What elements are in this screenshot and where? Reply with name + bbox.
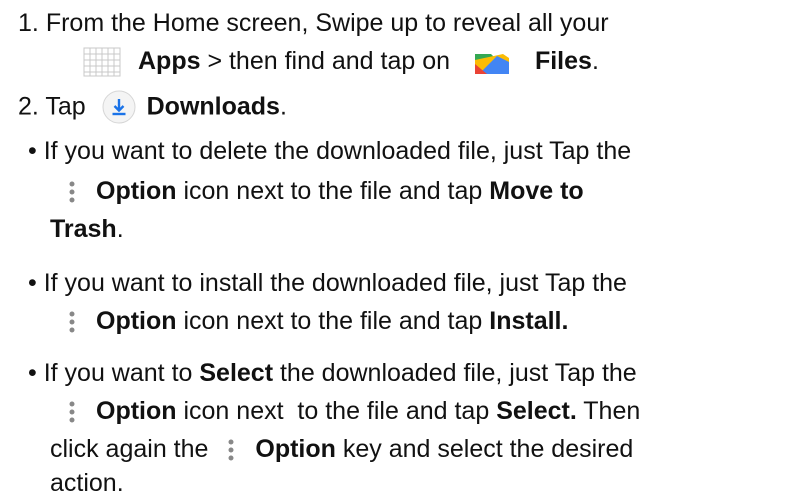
bullet-1-line-2: Option icon next to the file and tap Mov… — [62, 176, 584, 206]
bullet-text: the downloaded file, just Tap the — [273, 359, 637, 387]
more-vertical-icon — [62, 179, 82, 205]
download-icon — [101, 89, 137, 125]
bullet-2-line-2: Option icon next to the file and tap Ins… — [62, 306, 568, 336]
bullet-1-line-3: Trash. — [50, 214, 124, 244]
more-vertical-icon — [62, 399, 82, 425]
step-1-line-2: Apps > then find and tap on Files. — [82, 46, 599, 78]
bullet-text: If you want to — [43, 359, 200, 387]
punctuation: . — [591, 47, 599, 75]
bullet-marker: • — [28, 269, 37, 297]
downloads-label: Downloads — [146, 92, 280, 121]
step-text: Tap — [45, 92, 86, 121]
action-label: Select. — [496, 397, 577, 425]
option-label: Option — [255, 435, 336, 463]
punctuation: . — [279, 92, 287, 121]
action-label: Install. — [489, 307, 569, 335]
bullet-text: action. — [50, 469, 124, 497]
bullet-text: If you want to delete the downloaded fil… — [43, 137, 632, 165]
action-label: Trash — [50, 215, 117, 243]
step-1-line-1: 1. From the Home screen, Swipe up to rev… — [18, 8, 609, 38]
action-label: Move to — [489, 177, 584, 205]
punctuation: . — [116, 215, 124, 243]
bullet-text: icon next to the file and tap — [176, 307, 490, 335]
option-label: Option — [96, 177, 177, 205]
more-vertical-icon — [62, 309, 82, 335]
bullet-marker: • — [28, 359, 37, 387]
bullet-text: icon next to the file and tap — [176, 397, 497, 425]
files-label: Files — [534, 47, 592, 75]
bullet-text: icon next to the file and tap — [176, 177, 490, 205]
select-word: Select — [199, 359, 274, 387]
apps-grid-icon — [82, 46, 122, 78]
bullet-marker: • — [28, 137, 37, 165]
bullet-3-line-3: click again the Option key and select th… — [50, 434, 633, 464]
apps-label: Apps — [138, 47, 201, 75]
bullet-text: key and select the desired — [335, 435, 634, 463]
files-app-icon — [473, 48, 511, 76]
bullet-3-line-2: Option icon next to the file and tap Sel… — [62, 396, 640, 426]
step-number: 2. — [18, 92, 39, 121]
bullet-3-line-4: action. — [50, 468, 124, 498]
bullet-text: If you want to install the downloaded fi… — [43, 269, 627, 297]
step-text: From the Home screen, Swipe up to reveal… — [45, 9, 609, 37]
option-label: Option — [96, 307, 177, 335]
option-label: Option — [96, 397, 177, 425]
bullet-text: Then — [576, 397, 641, 425]
step-number: 1. — [18, 9, 39, 37]
step-text: > then find and tap on — [200, 47, 457, 75]
bullet-text: click again the — [50, 435, 216, 463]
bullet-2-line-1: • If you want to install the downloaded … — [28, 268, 627, 298]
step-2-line: 2. Tap Downloads. — [18, 90, 287, 124]
bullet-3-line-1: • If you want to Select the downloaded f… — [28, 358, 637, 388]
bullet-1-line-1: • If you want to delete the downloaded f… — [28, 136, 631, 166]
more-vertical-icon — [221, 437, 241, 463]
